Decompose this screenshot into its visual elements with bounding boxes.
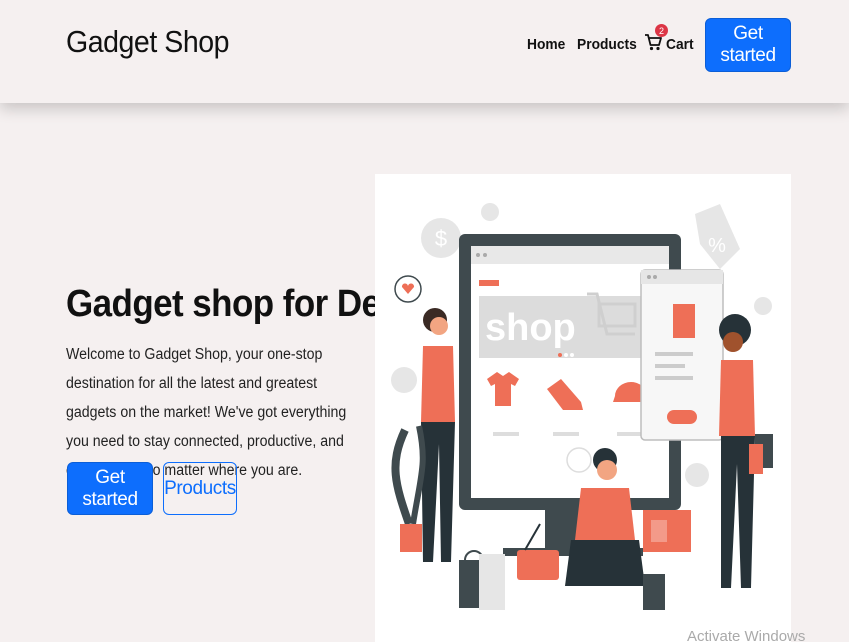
get-started-button[interactable]: Get started (67, 462, 153, 515)
get-started-nav-button[interactable]: Get started (705, 18, 791, 72)
nav-link-home[interactable]: Home (527, 36, 565, 53)
brand-logo[interactable]: Gadget Shop (66, 24, 229, 60)
hero-illustration: $ % shop (375, 174, 791, 642)
navbar: Gadget Shop Home Products 2 Cart Get sta… (0, 0, 849, 103)
illustration-shop-text: shop (485, 307, 576, 349)
svg-text:$: $ (435, 226, 447, 251)
nav-link-products[interactable]: Products (577, 36, 637, 53)
svg-text:%: % (708, 235, 726, 257)
cart-label: Cart (666, 36, 694, 53)
products-button[interactable]: Products (163, 462, 237, 515)
shopping-illustration: $ % shop (391, 203, 773, 610)
hero-title: Gadget shop for Devs (66, 283, 419, 325)
activate-windows-watermark: Activate Windows (687, 628, 806, 642)
cart-link[interactable]: 2 Cart (645, 24, 696, 56)
